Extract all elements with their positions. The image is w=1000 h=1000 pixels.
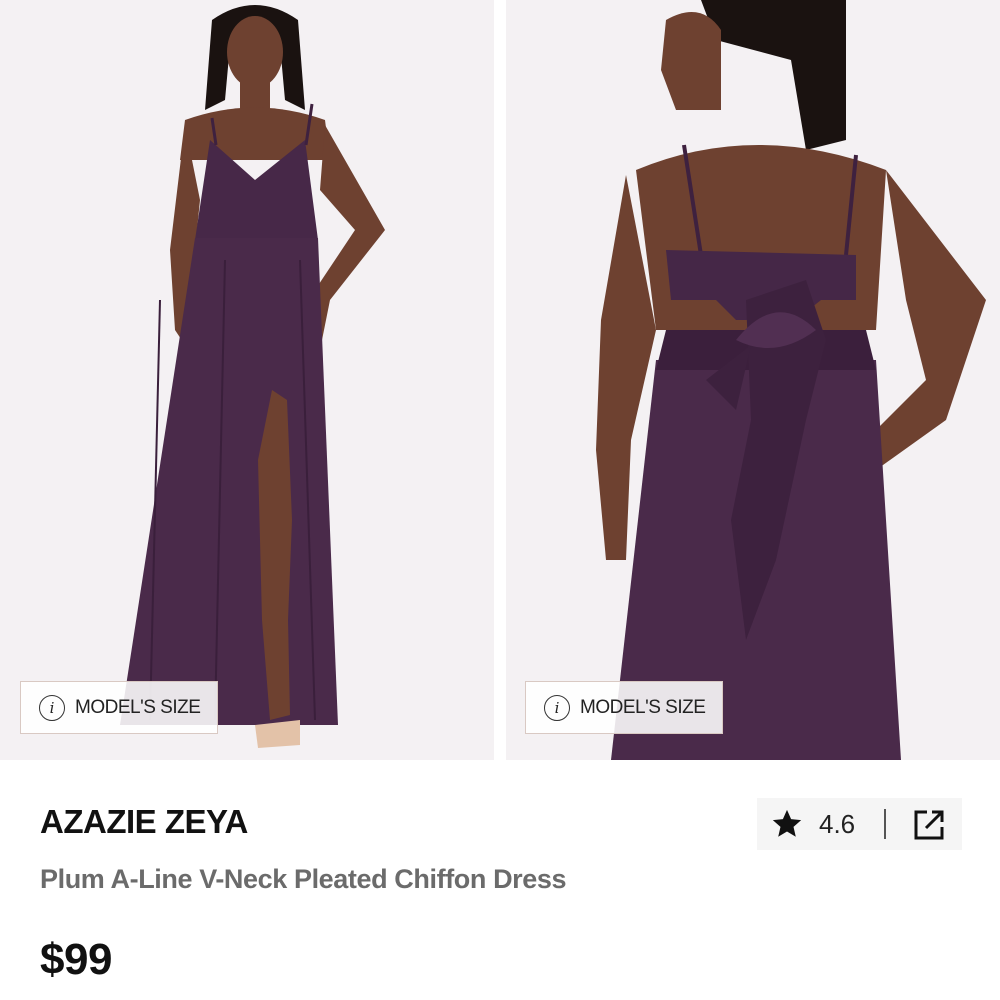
divider (884, 809, 886, 839)
brand-name[interactable]: AZAZIE ZEYA (40, 803, 248, 841)
product-title: Plum A-Line V-Neck Pleated Chiffon Dress (40, 864, 567, 894)
model-size-button-back[interactable]: i MODEL'S SIZE (525, 681, 723, 734)
model-size-label: MODEL'S SIZE (75, 696, 201, 718)
product-photo-front[interactable]: i MODEL'S SIZE (0, 0, 494, 760)
product-price: $99 (40, 935, 112, 984)
back-model-image (506, 0, 1000, 760)
front-model-image (0, 0, 494, 760)
star-icon (772, 809, 802, 837)
product-gallery: i MODEL'S SIZE i MODEL'S SIZE (0, 0, 1000, 760)
info-icon: i (39, 694, 65, 721)
info-icon: i (544, 694, 570, 721)
model-size-button-front[interactable]: i MODEL'S SIZE (20, 681, 218, 734)
external-link-icon[interactable] (910, 806, 948, 844)
product-photo-back[interactable]: i MODEL'S SIZE (506, 0, 1000, 760)
model-size-label: MODEL'S SIZE (580, 696, 706, 718)
rating-share-bar: 4.6 (757, 798, 962, 850)
rating-value[interactable]: 4.6 (819, 809, 855, 840)
